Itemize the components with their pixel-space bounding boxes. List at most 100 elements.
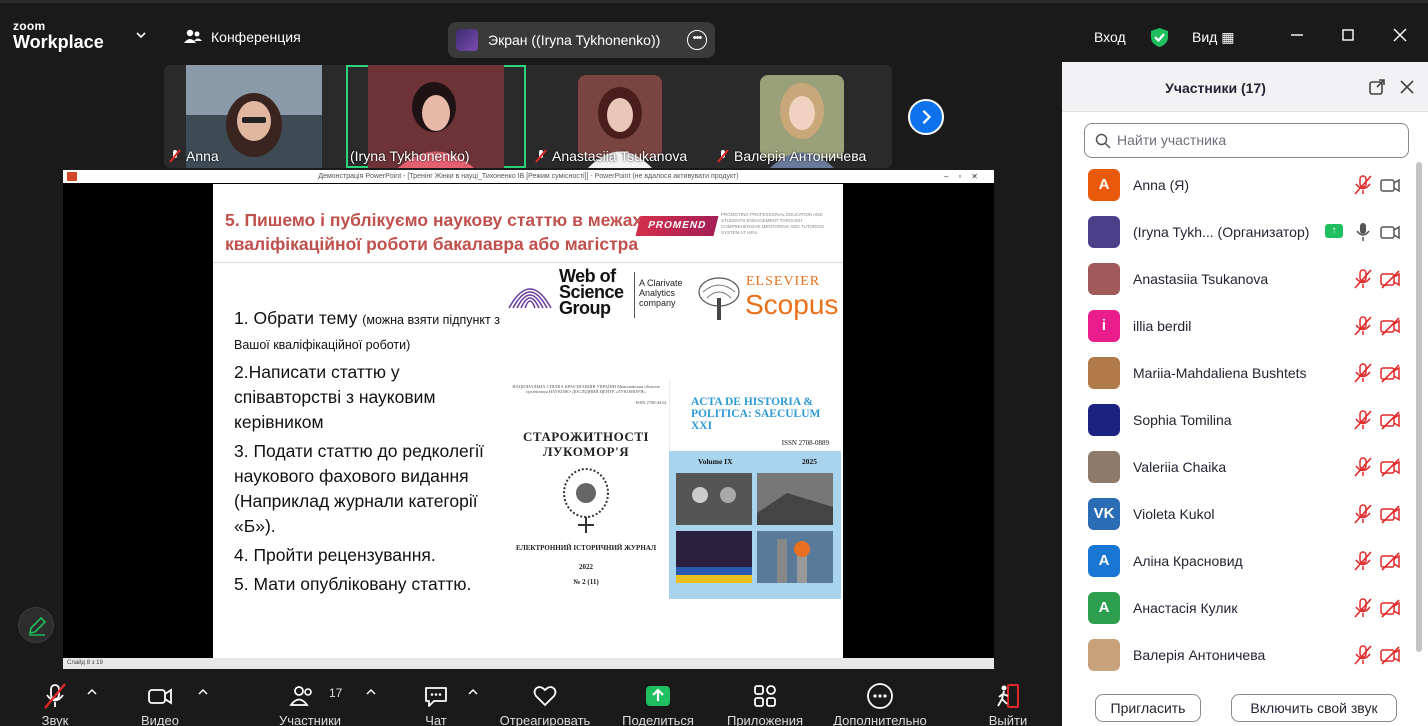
journal-cover-acta: ACTA DE HISTORIA & POLITICA: SAECULUM XX… bbox=[669, 379, 841, 599]
avatar bbox=[1088, 263, 1120, 295]
mic-icon[interactable] bbox=[1352, 222, 1374, 242]
security-shield-icon[interactable] bbox=[1150, 27, 1169, 48]
chevron-up-icon[interactable] bbox=[198, 688, 208, 696]
mic-muted-icon[interactable] bbox=[1352, 504, 1374, 524]
participant-name: Anna (Я) bbox=[1133, 177, 1190, 193]
chevron-down-icon[interactable] bbox=[136, 30, 146, 40]
participant-row[interactable]: A Анастасія Кулик bbox=[1062, 585, 1414, 632]
video-tile[interactable]: Anna bbox=[164, 65, 344, 168]
mic-muted-icon[interactable] bbox=[1352, 316, 1374, 336]
unmute-self-button[interactable]: Включить свой звук bbox=[1231, 694, 1397, 722]
participant-name: Валерія Антоничева bbox=[734, 148, 867, 164]
pop-out-icon[interactable] bbox=[1368, 78, 1386, 96]
view-menu[interactable]: Вид ▦ bbox=[1192, 29, 1234, 46]
meeting-menu[interactable]: Конференция bbox=[183, 29, 301, 45]
mic-muted-icon[interactable] bbox=[1352, 175, 1374, 195]
zoom-logo: zoom Workplace bbox=[13, 20, 104, 51]
camera-off-icon[interactable] bbox=[1379, 598, 1401, 618]
mic-muted-icon[interactable] bbox=[1352, 269, 1374, 289]
participants-icon bbox=[289, 686, 313, 706]
more-button[interactable]: Дополнительно bbox=[828, 670, 932, 726]
chevron-up-icon[interactable] bbox=[468, 688, 478, 696]
share-button[interactable]: Поделиться bbox=[618, 670, 698, 726]
panel-scrollbar[interactable] bbox=[1414, 160, 1424, 680]
participant-row[interactable]: Sophia Tomilina bbox=[1062, 397, 1414, 444]
close-panel-icon[interactable] bbox=[1398, 78, 1416, 96]
mic-muted-icon[interactable] bbox=[1352, 363, 1374, 383]
video-button[interactable]: Видео bbox=[130, 670, 190, 726]
mic-muted-icon[interactable] bbox=[1352, 410, 1374, 430]
participant-row[interactable]: A Anna (Я) bbox=[1062, 162, 1414, 209]
video-tile[interactable]: Anastasiia Tsukanova bbox=[530, 65, 710, 168]
participant-row[interactable]: i illia berdil bbox=[1062, 303, 1414, 350]
chevron-up-icon[interactable] bbox=[87, 688, 97, 696]
camera-off-icon[interactable] bbox=[1379, 363, 1401, 383]
camera-icon[interactable] bbox=[1379, 175, 1401, 195]
screen-share-pill[interactable]: Экран ((Iryna Tykhonenko)) ••• bbox=[448, 22, 715, 58]
video-tile[interactable]: Валерія Антоничева bbox=[712, 65, 892, 168]
close-icon[interactable] bbox=[1390, 25, 1410, 45]
audio-button[interactable]: Звук bbox=[27, 670, 83, 726]
slide: 5. Пишемо і публікуємо наукову статтю в … bbox=[213, 184, 843, 658]
minimize-icon[interactable] bbox=[1287, 25, 1307, 45]
list-item-text: 1. Обрати тему bbox=[234, 308, 363, 328]
camera-off-icon[interactable] bbox=[1379, 316, 1401, 336]
chat-icon bbox=[425, 687, 447, 707]
react-button[interactable]: Отреагировать bbox=[494, 670, 596, 726]
participant-row[interactable]: VK Violeta Kukol bbox=[1062, 491, 1414, 538]
camera-off-icon[interactable] bbox=[1379, 410, 1401, 430]
participant-row[interactable]: Mariia-Mahdaliena Bushtets bbox=[1062, 350, 1414, 397]
participant-row[interactable]: A Аліна Красновид bbox=[1062, 538, 1414, 585]
mic-muted-icon[interactable] bbox=[1352, 598, 1374, 618]
journal1-number: № 2 (11) bbox=[573, 578, 599, 586]
avatar: i bbox=[1088, 310, 1120, 342]
next-page-icon[interactable] bbox=[908, 99, 944, 135]
apps-button[interactable]: Приложения bbox=[720, 670, 810, 726]
elsevier-word: ELSEVIER bbox=[746, 274, 821, 289]
participant-row[interactable]: Anastasiia Tsukanova bbox=[1062, 256, 1414, 303]
avatar bbox=[1088, 404, 1120, 436]
ppt-window-controls: –▫✕ bbox=[944, 172, 988, 181]
avatar bbox=[1088, 216, 1120, 248]
camera-icon[interactable] bbox=[1379, 222, 1401, 242]
journal2-volume: Volume IX bbox=[698, 457, 733, 466]
video-tile-active[interactable]: (Iryna Tykhonenko) bbox=[346, 65, 526, 168]
participant-row[interactable]: Валерія Антоничева bbox=[1062, 632, 1414, 677]
cover-photo bbox=[676, 531, 752, 583]
ppt-title-bar: Демонстрація PowerPoint - [Тренінг Жінки… bbox=[63, 170, 994, 183]
participant-label: Валерія Антоничева bbox=[716, 148, 866, 164]
annotate-button[interactable] bbox=[18, 607, 54, 643]
camera-off-icon[interactable] bbox=[1379, 645, 1401, 665]
more-options-icon[interactable]: ••• bbox=[687, 30, 707, 50]
avatar: A bbox=[1088, 545, 1120, 577]
journal1-header: НАЦІОНАЛЬНА СПІЛКА КРАЄЗНАВЦІВ УКРАЇНИ М… bbox=[512, 384, 660, 394]
web-of-science-mark-icon bbox=[508, 288, 552, 309]
leave-button[interactable]: Выйти bbox=[982, 670, 1034, 726]
journal1-year: 2022 bbox=[579, 563, 593, 571]
chat-button[interactable]: Чат bbox=[414, 670, 458, 726]
participant-row[interactable]: (Iryna Tykh... (Организатор) ↑ bbox=[1062, 209, 1414, 256]
signin-link[interactable]: Вход bbox=[1094, 29, 1126, 45]
scopus-word: Scopus bbox=[745, 289, 839, 320]
mic-muted-icon[interactable] bbox=[1352, 551, 1374, 571]
maximize-icon[interactable] bbox=[1338, 25, 1358, 45]
ornament-crest-icon bbox=[563, 468, 609, 533]
invite-button[interactable]: Пригласить bbox=[1095, 694, 1201, 722]
participant-label: (Iryna Tykhonenko) bbox=[350, 148, 470, 164]
camera-off-icon[interactable] bbox=[1379, 269, 1401, 289]
search-input[interactable]: Найти участника bbox=[1084, 123, 1409, 158]
wos-divider bbox=[634, 272, 635, 318]
camera-off-icon[interactable] bbox=[1379, 457, 1401, 477]
mic-muted-icon[interactable] bbox=[1352, 645, 1374, 665]
journal2-year: 2025 bbox=[802, 457, 817, 466]
participant-name: Mariia-Mahdaliena Bushtets bbox=[1133, 365, 1307, 381]
logo-bottom-text: Workplace bbox=[13, 32, 104, 52]
participant-row[interactable]: Valeriia Chaika bbox=[1062, 444, 1414, 491]
participants-button[interactable]: 17 Участники bbox=[272, 670, 348, 726]
scrollbar-thumb[interactable] bbox=[1416, 162, 1422, 652]
participant-name: Аліна Красновид bbox=[1133, 553, 1243, 569]
camera-off-icon[interactable] bbox=[1379, 551, 1401, 571]
mic-muted-icon[interactable] bbox=[1352, 457, 1374, 477]
chevron-up-icon[interactable] bbox=[366, 688, 376, 696]
camera-off-icon[interactable] bbox=[1379, 504, 1401, 524]
